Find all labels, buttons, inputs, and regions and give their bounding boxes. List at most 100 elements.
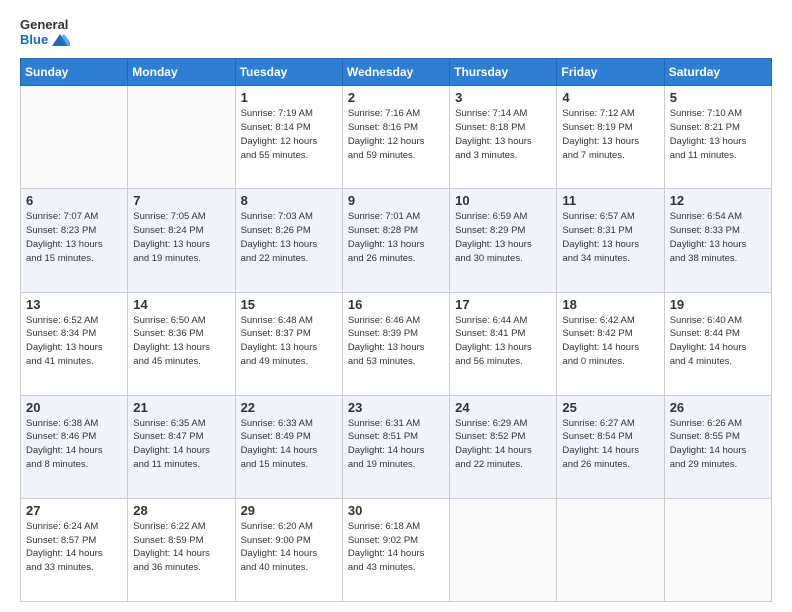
day-info: Sunrise: 7:14 AM Sunset: 8:18 PM Dayligh… [455, 107, 551, 162]
weekday-header-tuesday: Tuesday [235, 59, 342, 86]
calendar-day-cell: 18 Sunrise: 6:42 AM Sunset: 8:42 PM Dayli… [557, 292, 664, 395]
day-info: Sunrise: 6:52 AM Sunset: 8:34 PM Dayligh… [26, 314, 122, 369]
day-number: 6 [26, 193, 122, 208]
weekday-header-friday: Friday [557, 59, 664, 86]
calendar-day-cell: 14 Sunrise: 6:50 AM Sunset: 8:36 PM Dayli… [128, 292, 235, 395]
calendar-day-cell: 6 Sunrise: 7:07 AM Sunset: 8:23 PM Daylig… [21, 189, 128, 292]
logo-general: General [20, 18, 70, 32]
calendar-day-cell [128, 86, 235, 189]
day-info: Sunrise: 6:22 AM Sunset: 8:59 PM Dayligh… [133, 520, 229, 575]
calendar-day-cell: 9 Sunrise: 7:01 AM Sunset: 8:28 PM Daylig… [342, 189, 449, 292]
day-number: 9 [348, 193, 444, 208]
day-number: 12 [670, 193, 766, 208]
calendar-week-row: 6 Sunrise: 7:07 AM Sunset: 8:23 PM Daylig… [21, 189, 772, 292]
calendar-day-cell [21, 86, 128, 189]
calendar-day-cell: 29 Sunrise: 6:20 AM Sunset: 9:00 PM Dayli… [235, 498, 342, 601]
day-info: Sunrise: 7:10 AM Sunset: 8:21 PM Dayligh… [670, 107, 766, 162]
day-info: Sunrise: 6:31 AM Sunset: 8:51 PM Dayligh… [348, 417, 444, 472]
day-info: Sunrise: 6:59 AM Sunset: 8:29 PM Dayligh… [455, 210, 551, 265]
weekday-header-row: SundayMondayTuesdayWednesdayThursdayFrid… [21, 59, 772, 86]
day-info: Sunrise: 6:42 AM Sunset: 8:42 PM Dayligh… [562, 314, 658, 369]
day-info: Sunrise: 7:19 AM Sunset: 8:14 PM Dayligh… [241, 107, 337, 162]
day-info: Sunrise: 6:20 AM Sunset: 9:00 PM Dayligh… [241, 520, 337, 575]
calendar-day-cell: 16Sunrise: 6:46 AM Sunset: 8:39 PM Dayli… [342, 292, 449, 395]
day-number: 27 [26, 503, 122, 518]
day-number: 16 [348, 297, 444, 312]
calendar-day-cell: 19 Sunrise: 6:40 AM Sunset: 8:44 PM Dayli… [664, 292, 771, 395]
weekday-header-thursday: Thursday [450, 59, 557, 86]
day-number: 4 [562, 90, 658, 105]
day-info: Sunrise: 6:26 AM Sunset: 8:55 PM Dayligh… [670, 417, 766, 472]
calendar-week-row: 13 Sunrise: 6:52 AM Sunset: 8:34 PM Dayli… [21, 292, 772, 395]
day-number: 22 [241, 400, 337, 415]
calendar-day-cell: 2 Sunrise: 7:16 AM Sunset: 8:16 PM Daylig… [342, 86, 449, 189]
day-number: 18 [562, 297, 658, 312]
calendar-day-cell [557, 498, 664, 601]
day-info: Sunrise: 6:48 AM Sunset: 8:37 PM Dayligh… [241, 314, 337, 369]
calendar-day-cell [664, 498, 771, 601]
calendar-day-cell: 17 Sunrise: 6:44 AM Sunset: 8:41 PM Dayli… [450, 292, 557, 395]
day-info: Sunrise: 6:29 AM Sunset: 8:52 PM Dayligh… [455, 417, 551, 472]
calendar-day-cell: 12 Sunrise: 6:54 AM Sunset: 8:33 PM Dayli… [664, 189, 771, 292]
day-info: Sunrise: 6:18 AM Sunset: 9:02 PM Dayligh… [348, 520, 444, 575]
day-info: Sunrise: 6:35 AM Sunset: 8:47 PM Dayligh… [133, 417, 229, 472]
day-number: 14 [133, 297, 229, 312]
day-info: Sunrise: 6:50 AM Sunset: 8:36 PM Dayligh… [133, 314, 229, 369]
day-number: 13 [26, 297, 122, 312]
logo: General Blue [20, 18, 70, 48]
day-info: Sunrise: 7:05 AM Sunset: 8:24 PM Dayligh… [133, 210, 229, 265]
day-info: Sunrise: 7:07 AM Sunset: 8:23 PM Dayligh… [26, 210, 122, 265]
calendar-day-cell: 26Sunrise: 6:26 AM Sunset: 8:55 PM Dayli… [664, 395, 771, 498]
calendar-day-cell: 1 Sunrise: 7:19 AM Sunset: 8:14 PM Daylig… [235, 86, 342, 189]
day-number: 2 [348, 90, 444, 105]
calendar-day-cell [450, 498, 557, 601]
calendar-day-cell: 20Sunrise: 6:38 AM Sunset: 8:46 PM Dayli… [21, 395, 128, 498]
day-info: Sunrise: 7:03 AM Sunset: 8:26 PM Dayligh… [241, 210, 337, 265]
calendar-day-cell: 23 Sunrise: 6:31 AM Sunset: 8:51 PM Dayli… [342, 395, 449, 498]
day-number: 19 [670, 297, 766, 312]
calendar-table: SundayMondayTuesdayWednesdayThursdayFrid… [20, 58, 772, 602]
day-number: 1 [241, 90, 337, 105]
day-number: 7 [133, 193, 229, 208]
calendar-week-row: 27 Sunrise: 6:24 AM Sunset: 8:57 PM Dayli… [21, 498, 772, 601]
day-number: 8 [241, 193, 337, 208]
day-number: 10 [455, 193, 551, 208]
calendar-day-cell: 22 Sunrise: 6:33 AM Sunset: 8:49 PM Dayli… [235, 395, 342, 498]
weekday-header-wednesday: Wednesday [342, 59, 449, 86]
day-number: 21 [133, 400, 229, 415]
day-number: 25 [562, 400, 658, 415]
day-number: 29 [241, 503, 337, 518]
day-number: 28 [133, 503, 229, 518]
logo-blue: Blue [20, 33, 48, 47]
day-info: Sunrise: 6:54 AM Sunset: 8:33 PM Dayligh… [670, 210, 766, 265]
calendar-day-cell: 21 Sunrise: 6:35 AM Sunset: 8:47 PM Dayli… [128, 395, 235, 498]
day-info: Sunrise: 6:33 AM Sunset: 8:49 PM Dayligh… [241, 417, 337, 472]
calendar-day-cell: 10 Sunrise: 6:59 AM Sunset: 8:29 PM Dayli… [450, 189, 557, 292]
calendar-day-cell: 24 Sunrise: 6:29 AM Sunset: 8:52 PM Dayli… [450, 395, 557, 498]
day-info: Sunrise: 6:24 AM Sunset: 8:57 PM Dayligh… [26, 520, 122, 575]
day-info: Sunrise: 7:01 AM Sunset: 8:28 PM Dayligh… [348, 210, 444, 265]
day-number: 11 [562, 193, 658, 208]
weekday-header-sunday: Sunday [21, 59, 128, 86]
day-number: 24 [455, 400, 551, 415]
day-info: Sunrise: 7:16 AM Sunset: 8:16 PM Dayligh… [348, 107, 444, 162]
day-number: 5 [670, 90, 766, 105]
calendar-day-cell: 7 Sunrise: 7:05 AM Sunset: 8:24 PM Daylig… [128, 189, 235, 292]
day-info: Sunrise: 6:27 AM Sunset: 8:54 PM Dayligh… [562, 417, 658, 472]
day-number: 30 [348, 503, 444, 518]
day-info: Sunrise: 6:40 AM Sunset: 8:44 PM Dayligh… [670, 314, 766, 369]
calendar-day-cell: 30 Sunrise: 6:18 AM Sunset: 9:02 PM Dayli… [342, 498, 449, 601]
logo-icon [50, 32, 70, 48]
day-number: 17 [455, 297, 551, 312]
calendar-day-cell: 4Sunrise: 7:12 AM Sunset: 8:19 PM Daylig… [557, 86, 664, 189]
calendar-week-row: 20Sunrise: 6:38 AM Sunset: 8:46 PM Dayli… [21, 395, 772, 498]
day-number: 15 [241, 297, 337, 312]
day-info: Sunrise: 6:57 AM Sunset: 8:31 PM Dayligh… [562, 210, 658, 265]
calendar-day-cell: 25 Sunrise: 6:27 AM Sunset: 8:54 PM Dayli… [557, 395, 664, 498]
day-info: Sunrise: 6:44 AM Sunset: 8:41 PM Dayligh… [455, 314, 551, 369]
calendar-day-cell: 5 Sunrise: 7:10 AM Sunset: 8:21 PM Daylig… [664, 86, 771, 189]
day-number: 23 [348, 400, 444, 415]
calendar-day-cell: 3Sunrise: 7:14 AM Sunset: 8:18 PM Daylig… [450, 86, 557, 189]
day-number: 20 [26, 400, 122, 415]
calendar-day-cell: 15 Sunrise: 6:48 AM Sunset: 8:37 PM Dayli… [235, 292, 342, 395]
